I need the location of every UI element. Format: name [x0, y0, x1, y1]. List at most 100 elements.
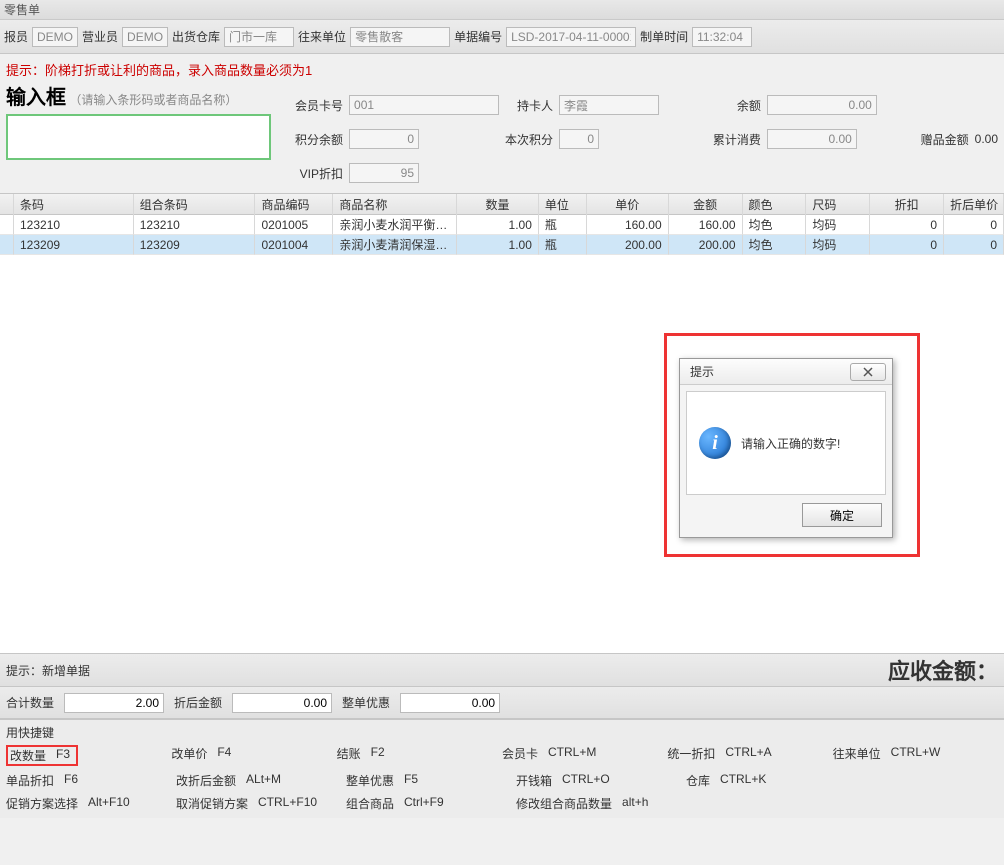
grid-header-cell[interactable] — [0, 194, 14, 216]
clerk-field[interactable] — [32, 27, 78, 47]
grid-cell: 亲润小麦清润保湿… — [333, 235, 457, 255]
table-row[interactable]: 1232091232090201004亲润小麦清润保湿…1.00瓶200.002… — [0, 235, 1004, 255]
balance-field — [767, 95, 877, 115]
grid-cell: 0 — [870, 235, 944, 255]
grid-header-cell[interactable]: 金额 — [669, 194, 743, 216]
warehouse-label: 出货仓库 — [172, 28, 220, 45]
grid-cell: 瓶 — [539, 235, 587, 255]
close-icon — [862, 367, 874, 377]
grid-header-cell[interactable]: 单位 — [539, 194, 587, 216]
grid-cell: 均色 — [743, 215, 807, 235]
grid-header-cell[interactable]: 尺码 — [806, 194, 870, 216]
grid-cell: 160.00 — [587, 215, 669, 235]
top-toolbar: 报员 营业员 出货仓库 往来单位 单据编号 制单时间 — [0, 20, 1004, 54]
grid-header-cell[interactable]: 商品编码 — [255, 194, 333, 216]
grid-cell: 均色 — [743, 235, 807, 255]
grid-cell: 123210 — [134, 215, 256, 235]
grid-cell: 0201004 — [255, 235, 333, 255]
shortcut-name: 改折后金额 — [176, 772, 236, 789]
shortcut-title: 用快捷键 — [6, 724, 998, 741]
billno-field — [506, 27, 636, 47]
grid-cell: 123209 — [14, 235, 134, 255]
hint-text: 提示：阶梯打折或让利的商品，录入商品数量必须为1 — [0, 54, 1004, 81]
shortcut-item: 改数量F3 — [6, 745, 171, 766]
points-field — [349, 129, 419, 149]
shortcut-name: 结账 — [337, 745, 361, 766]
shortcut-key: ALt+M — [246, 772, 281, 789]
grid-cell: 200.00 — [669, 235, 743, 255]
grid-cell: 123209 — [134, 235, 256, 255]
info-icon: i — [699, 427, 731, 459]
shortcut-item: 单品折扣F6 — [6, 772, 176, 789]
holder-label: 持卡人 — [505, 97, 553, 114]
shortcut-item: 整单优惠 F5 — [346, 772, 516, 789]
shortcut-name: 会员卡 — [502, 745, 538, 766]
grid-header-cell[interactable]: 单价 — [587, 194, 669, 216]
alert-dialog: 提示 i 请输入正确的数字! 确定 — [679, 358, 893, 538]
member-panel: 会员卡号 持卡人 余额 积分余额 本次积分 累计消费 赠品金额 0.00 VIP… — [295, 81, 998, 187]
grid-header-cell[interactable]: 商品名称 — [333, 194, 457, 216]
shortcut-key: F3 — [56, 747, 70, 764]
shortcut-item: 改单价 F4 — [171, 745, 336, 766]
grid-cell: 均码 — [806, 235, 870, 255]
shortcut-item: 取消促销方案 CTRL+F10 — [176, 795, 346, 812]
shortcut-key: CTRL+K — [720, 772, 766, 789]
grid-cell: 均码 — [806, 215, 870, 235]
shortcut-name: 改单价 — [171, 745, 207, 766]
after-amount-field — [232, 693, 332, 713]
cum-field — [767, 129, 857, 149]
shortcut-item: 仓库 CTRL+K — [686, 772, 856, 789]
thispoints-label: 本次积分 — [505, 131, 553, 148]
inputbox-subhint: （请输入条形码或者商品名称） — [69, 93, 237, 107]
whole-discount-field — [400, 693, 500, 713]
shortcut-key: CTRL+F10 — [258, 795, 317, 812]
totals-row: 合计数量 折后金额 整单优惠 — [0, 687, 1004, 719]
time-field — [692, 27, 752, 47]
shortcut-name: 取消促销方案 — [176, 795, 248, 812]
total-qty-field — [64, 693, 164, 713]
dialog-highlight: 提示 i 请输入正确的数字! 确定 — [664, 333, 920, 557]
grid-header-cell[interactable]: 颜色 — [743, 194, 807, 216]
cum-label: 累计消费 — [713, 131, 761, 148]
shortcut-item: 改折后金额 ALt+M — [176, 772, 346, 789]
grid-cell: 160.00 — [669, 215, 743, 235]
sales-field[interactable] — [122, 27, 168, 47]
partner-field[interactable] — [350, 27, 450, 47]
shortcut-panel: 用快捷键 改数量F3改单价F4结账F2会员卡CTRL+M统一折扣CTRL+A往来… — [0, 719, 1004, 818]
shortcut-highlight: 改数量F3 — [6, 745, 78, 766]
grid-header-cell[interactable]: 折扣 — [870, 194, 944, 216]
grid-header-cell[interactable]: 组合条码 — [134, 194, 256, 216]
grid-header[interactable]: 条码组合条码商品编码商品名称数量单位单价金额颜色尺码折扣折后单价 — [0, 193, 1004, 215]
grid-header-cell[interactable]: 折后单价 — [944, 194, 1004, 216]
shortcut-name: 修改组合商品数量 — [516, 795, 612, 812]
grid-cell: 瓶 — [539, 215, 587, 235]
grid-cell: 200.00 — [587, 235, 669, 255]
status-hint-label: 提示： — [6, 664, 42, 678]
shortcut-key: F4 — [217, 745, 231, 766]
status-bar: 提示：新增单据 应收金额： — [0, 653, 1004, 687]
shortcut-name: 单品折扣 — [6, 772, 54, 789]
thispoints-field — [559, 129, 599, 149]
dialog-close-button[interactable] — [850, 363, 886, 381]
grid-cell: 亲润小麦水润平衡… — [333, 215, 457, 235]
vip-field — [349, 163, 419, 183]
whole-discount-label: 整单优惠 — [342, 694, 390, 711]
sales-label: 营业员 — [82, 28, 118, 45]
grid-cell — [0, 215, 14, 235]
gift-value: 0.00 — [975, 132, 998, 146]
table-row[interactable]: 1232101232100201005亲润小麦水润平衡…1.00瓶160.001… — [0, 215, 1004, 235]
shortcut-name: 往来单位 — [833, 745, 881, 766]
shortcut-item: 修改组合商品数量alt+h — [516, 795, 686, 812]
shortcut-name: 整单优惠 — [346, 772, 394, 789]
partner-label: 往来单位 — [298, 28, 346, 45]
shortcut-name: 仓库 — [686, 772, 710, 789]
grid-header-cell[interactable]: 条码 — [14, 194, 134, 216]
shortcut-key: F5 — [404, 772, 418, 789]
grid-cell: 1.00 — [457, 215, 539, 235]
barcode-input[interactable] — [6, 114, 271, 160]
dialog-ok-button[interactable]: 确定 — [802, 503, 882, 527]
grid-header-cell[interactable]: 数量 — [457, 194, 539, 216]
inputbox-title: 输入框 — [6, 81, 66, 110]
warehouse-field[interactable] — [224, 27, 294, 47]
card-field[interactable] — [349, 95, 499, 115]
